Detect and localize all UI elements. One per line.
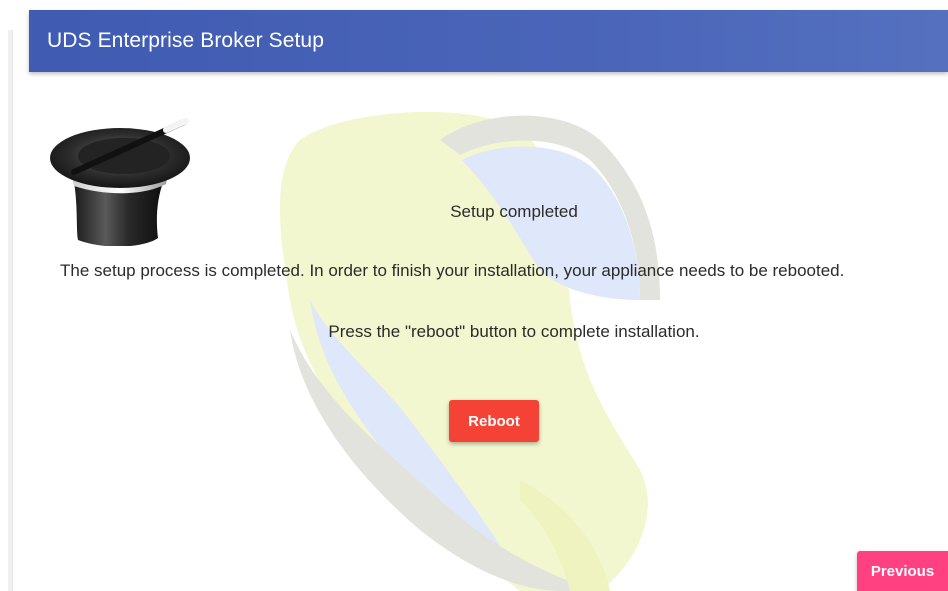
setup-page: UDS Enterprise Broker Setup Setup comple… [0,0,948,591]
status-title: Setup completed [450,202,578,221]
header-bar: UDS Enterprise Broker Setup [29,10,948,72]
card-edge [8,30,13,591]
page-title: UDS Enterprise Broker Setup [47,29,324,52]
previous-button[interactable]: Previous [857,551,948,591]
completion-description: The setup process is completed. In order… [60,261,845,280]
magic-hat-icon [50,118,190,246]
reboot-instruction: Press the "reboot" button to complete in… [328,322,700,341]
uds-logo-watermark [280,111,660,591]
reboot-button[interactable]: Reboot [449,400,539,442]
